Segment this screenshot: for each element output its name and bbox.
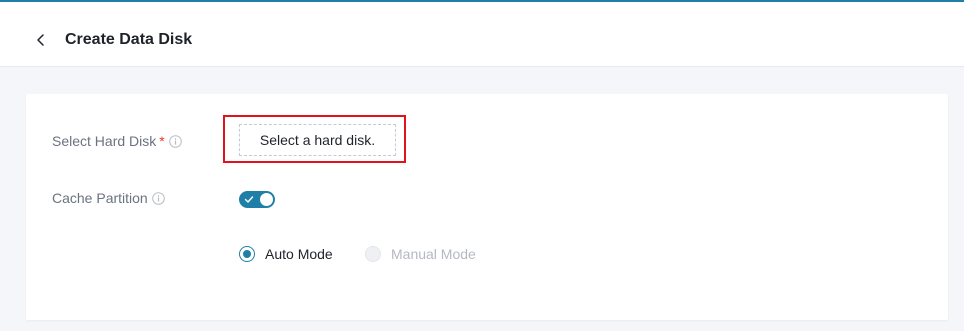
info-icon[interactable] xyxy=(168,134,182,152)
chevron-left-icon xyxy=(37,34,44,46)
page-title: Create Data Disk xyxy=(65,31,193,48)
radio-disabled-icon xyxy=(365,246,381,262)
select-hard-disk-button[interactable]: Select a hard disk. xyxy=(239,124,396,156)
select-hard-disk-label: Select Hard Disk xyxy=(52,133,157,149)
manual-mode-radio: Manual Mode xyxy=(365,245,476,263)
toggle-knob xyxy=(260,193,273,206)
select-hard-disk-label-row: Select Hard Disk * xyxy=(52,132,182,152)
auto-mode-label: Auto Mode xyxy=(265,246,333,262)
required-mark: * xyxy=(159,133,165,149)
info-icon[interactable] xyxy=(151,191,165,209)
auto-mode-radio[interactable]: Auto Mode xyxy=(239,245,333,263)
form-card: Select Hard Disk * Select a hard disk. Ca… xyxy=(26,94,948,320)
manual-mode-label: Manual Mode xyxy=(391,246,476,262)
radio-checked-icon xyxy=(239,246,255,262)
cache-partition-label: Cache Partition xyxy=(52,190,148,206)
cache-partition-label-row: Cache Partition xyxy=(52,189,165,209)
check-icon xyxy=(244,196,254,203)
back-button[interactable] xyxy=(33,30,49,50)
cache-partition-toggle[interactable] xyxy=(239,191,275,208)
page-header: Create Data Disk xyxy=(0,2,964,67)
